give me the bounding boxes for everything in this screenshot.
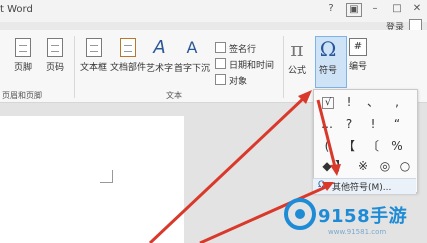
watermark-text: 9158手游 — [318, 206, 408, 227]
arrowhead-icon — [330, 164, 341, 176]
watermark-url: www.91581.com — [328, 228, 387, 236]
watermark-logo-icon — [284, 198, 316, 230]
arrow-to-symbol-button — [148, 94, 308, 243]
arrow-to-more-symbols — [316, 99, 337, 168]
